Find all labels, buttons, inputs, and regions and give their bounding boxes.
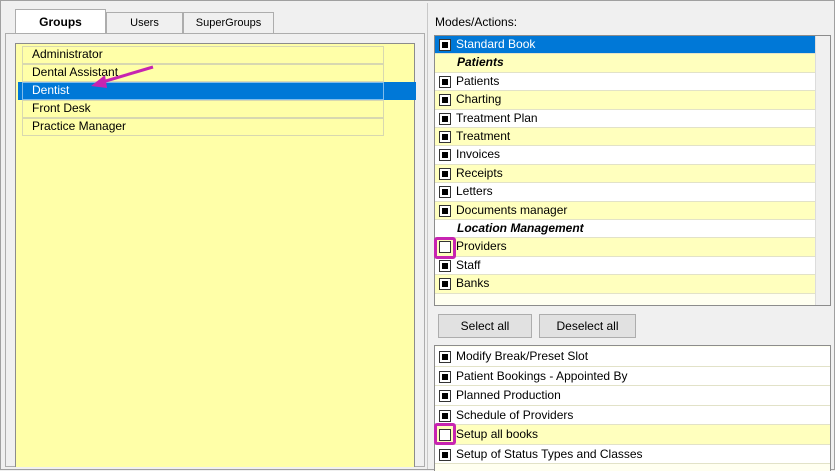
mode-label: Documents manager bbox=[456, 202, 568, 217]
mode-label: Receipts bbox=[456, 165, 503, 180]
group-item-label: Dentist bbox=[32, 83, 70, 97]
checkbox-checked-icon[interactable] bbox=[439, 204, 451, 217]
mode-row-charting[interactable]: Charting bbox=[435, 91, 830, 110]
group-item-administrator[interactable]: Administrator bbox=[18, 46, 416, 64]
group-item-label: Front Desk bbox=[32, 101, 91, 115]
mode-row-providers[interactable]: Providers bbox=[435, 238, 830, 257]
checkbox-checked-icon[interactable] bbox=[439, 186, 451, 199]
mode-label: Patients bbox=[456, 73, 500, 88]
mode-row-treatment[interactable]: Treatment bbox=[435, 128, 830, 147]
group-item-label: Practice Manager bbox=[32, 119, 127, 133]
checkbox-checked-icon[interactable] bbox=[439, 39, 451, 51]
checkbox-checked-icon[interactable] bbox=[439, 167, 451, 180]
checkbox-checked-icon[interactable] bbox=[439, 351, 451, 363]
mode-label: Invoices bbox=[456, 147, 501, 162]
mode-row-documents-manager[interactable]: Documents manager bbox=[435, 201, 830, 220]
modes-list[interactable]: Standard Book Patients Patients Charting… bbox=[434, 35, 831, 306]
tab-groups[interactable]: Groups bbox=[15, 9, 106, 33]
checkbox-checked-icon[interactable] bbox=[439, 370, 451, 383]
deselect-all-button[interactable]: Deselect all bbox=[539, 314, 636, 338]
group-item-dentist[interactable]: Dentist bbox=[18, 82, 416, 100]
mode-label: Treatment bbox=[456, 129, 511, 143]
action-label: Patient Bookings - Appointed By bbox=[456, 368, 628, 383]
providers-highlight-box bbox=[434, 237, 456, 259]
checkbox-checked-icon[interactable] bbox=[439, 390, 451, 402]
modes-actions-title: Modes/Actions: bbox=[435, 15, 518, 29]
setup-all-books-highlight-box bbox=[434, 423, 456, 445]
groups-panel: Administrator Dental Assistant Dentist F… bbox=[5, 33, 425, 467]
select-all-button[interactable]: Select all bbox=[438, 314, 532, 338]
action-label: Modify Break/Preset Slot bbox=[456, 349, 589, 363]
panel-divider bbox=[427, 3, 428, 469]
mode-row-receipts[interactable]: Receipts bbox=[435, 164, 830, 184]
mode-section-header: Location Management bbox=[435, 220, 830, 239]
action-label: Setup all books bbox=[456, 427, 539, 441]
group-item-practice-manager[interactable]: Practice Manager bbox=[18, 118, 416, 136]
action-row-setup-status-types[interactable]: Setup of Status Types and Classes bbox=[435, 444, 830, 464]
mode-row-banks[interactable]: Banks bbox=[435, 275, 830, 294]
group-item-label: Administrator bbox=[32, 47, 103, 61]
checkbox-checked-icon[interactable] bbox=[439, 259, 451, 272]
action-row-schedule-of-providers[interactable]: Schedule of Providers bbox=[435, 405, 830, 425]
action-row-modify-break[interactable]: Modify Break/Preset Slot bbox=[435, 347, 830, 367]
action-label: Schedule of Providers bbox=[456, 407, 574, 422]
user-groups-window: Groups Users SuperGroups Administrator D… bbox=[0, 0, 835, 471]
mode-row-standard-book[interactable]: Standard Book bbox=[435, 36, 830, 55]
modes-scrollbar[interactable] bbox=[815, 36, 830, 305]
group-item-label: Dental Assistant bbox=[32, 65, 119, 79]
checkbox-checked-icon[interactable] bbox=[439, 75, 451, 88]
mode-label: Letters bbox=[456, 184, 493, 199]
checkbox-checked-icon[interactable] bbox=[439, 112, 451, 125]
mode-label: Staff bbox=[456, 257, 481, 272]
tab-users[interactable]: Users bbox=[106, 12, 183, 33]
mode-row-patients[interactable]: Patients bbox=[435, 72, 830, 92]
section-header-label: Patients bbox=[457, 55, 504, 70]
mode-label: Banks bbox=[456, 276, 490, 291]
mode-label: Providers bbox=[456, 239, 507, 254]
action-label: Planned Production bbox=[456, 388, 561, 402]
checkbox-checked-icon[interactable] bbox=[439, 409, 451, 422]
actions-list[interactable]: Modify Break/Preset Slot Patient Booking… bbox=[434, 345, 831, 471]
mode-row-invoices[interactable]: Invoices bbox=[435, 146, 830, 165]
mode-label: Charting bbox=[456, 92, 502, 107]
section-header-label: Location Management bbox=[457, 221, 584, 235]
mode-row-treatment-plan[interactable]: Treatment Plan bbox=[435, 109, 830, 128]
group-item-front-desk[interactable]: Front Desk bbox=[18, 100, 416, 118]
mode-section-header: Patients bbox=[435, 54, 830, 73]
action-row-patient-bookings[interactable]: Patient Bookings - Appointed By bbox=[435, 366, 830, 386]
mode-label: Standard Book bbox=[456, 37, 536, 51]
mode-row-letters[interactable]: Letters bbox=[435, 183, 830, 202]
checkbox-checked-icon[interactable] bbox=[439, 448, 451, 461]
group-list[interactable]: Administrator Dental Assistant Dentist F… bbox=[15, 43, 416, 467]
action-label: Setup of Status Types and Classes bbox=[456, 446, 643, 461]
tab-supergroups[interactable]: SuperGroups bbox=[183, 12, 274, 33]
checkbox-checked-icon[interactable] bbox=[439, 149, 451, 162]
checkbox-checked-icon[interactable] bbox=[439, 278, 451, 291]
mode-row-staff[interactable]: Staff bbox=[435, 256, 830, 276]
action-row-setup-all-books[interactable]: Setup all books bbox=[435, 425, 830, 445]
checkbox-checked-icon[interactable] bbox=[439, 131, 451, 143]
checkbox-checked-icon[interactable] bbox=[439, 94, 451, 107]
action-row-planned-production[interactable]: Planned Production bbox=[435, 386, 830, 406]
group-item-dental-assistant[interactable]: Dental Assistant bbox=[18, 64, 416, 82]
mode-label: Treatment Plan bbox=[456, 110, 538, 125]
tab-strip: Groups Users SuperGroups bbox=[15, 9, 274, 33]
